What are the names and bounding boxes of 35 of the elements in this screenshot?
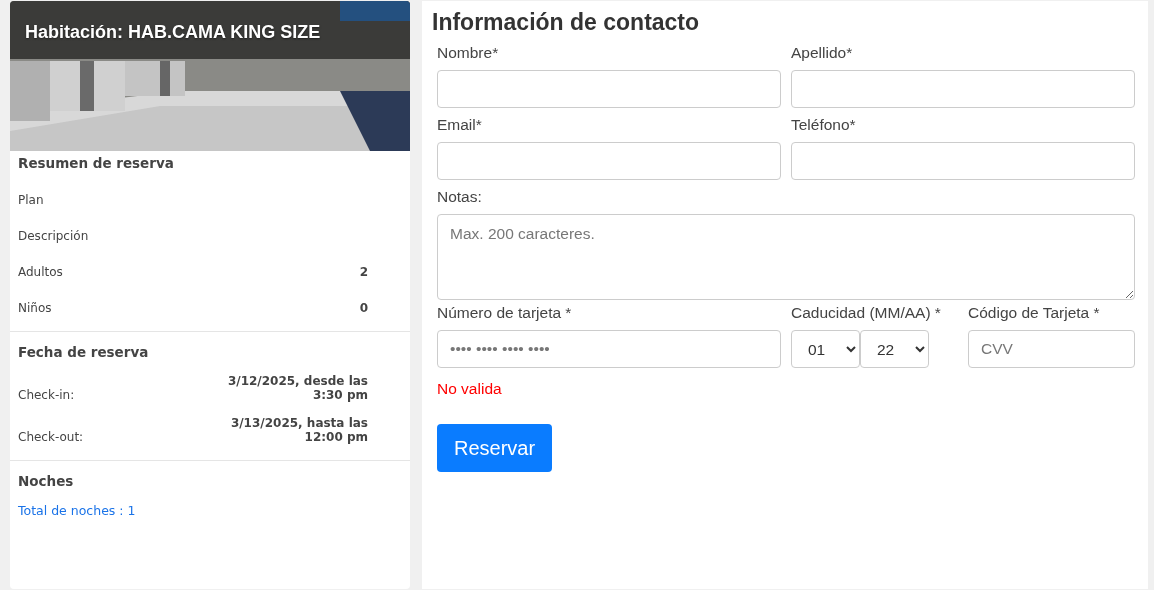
- form-title: Información de contacto: [432, 9, 701, 36]
- month-select[interactable]: 01: [791, 330, 860, 368]
- input-field[interactable]: [791, 142, 1135, 180]
- section-title: Fecha de reserva: [18, 343, 150, 360]
- row-label: Adultos: [18, 265, 63, 279]
- nights-total: Total de noches : 1: [18, 503, 136, 518]
- field-label: Teléfono*: [791, 116, 857, 134]
- field-label: Apellido*: [791, 44, 854, 62]
- field-label: Nombre*: [437, 44, 500, 62]
- field-label: Número de tarjeta *: [437, 304, 573, 322]
- row-value: 2: [359, 265, 368, 279]
- row-label: Descripción: [18, 229, 89, 243]
- row-label: Check-out:: [18, 430, 84, 444]
- reserve-button[interactable]: Reservar: [437, 424, 553, 472]
- field-label: Email*: [437, 116, 483, 134]
- cvv-field[interactable]: CVV: [968, 330, 1135, 368]
- field-label: Código de Tarjeta *: [968, 304, 1101, 322]
- input-field[interactable]: [791, 70, 1135, 108]
- card-number-field[interactable]: •••• •••• •••• ••••: [437, 330, 781, 368]
- row-label: Plan: [18, 193, 44, 207]
- field-label: Caducidad (MM/AA) *: [791, 304, 942, 322]
- row-value: 3/13/2025, hasta las 12:00 pm: [229, 416, 368, 444]
- input-field[interactable]: [437, 70, 781, 108]
- section-title: Resumen de reserva: [18, 154, 175, 171]
- error-message: No valida: [437, 380, 503, 398]
- year-select[interactable]: 22: [860, 330, 929, 368]
- row-label: Check-in:: [18, 388, 75, 402]
- field-label: Notas:: [437, 188, 483, 206]
- section-title: Noches: [18, 472, 75, 489]
- row-value: 0: [359, 301, 368, 315]
- notes-field[interactable]: Max. 200 caracteres.: [437, 214, 1135, 300]
- input-field[interactable]: [437, 142, 781, 180]
- row-label: Niños: [18, 301, 52, 315]
- room-title: Habitación: HAB.CAMA KING SIZE: [25, 22, 321, 43]
- row-value: 3/12/2025, desde las 3:30 pm: [226, 374, 368, 402]
